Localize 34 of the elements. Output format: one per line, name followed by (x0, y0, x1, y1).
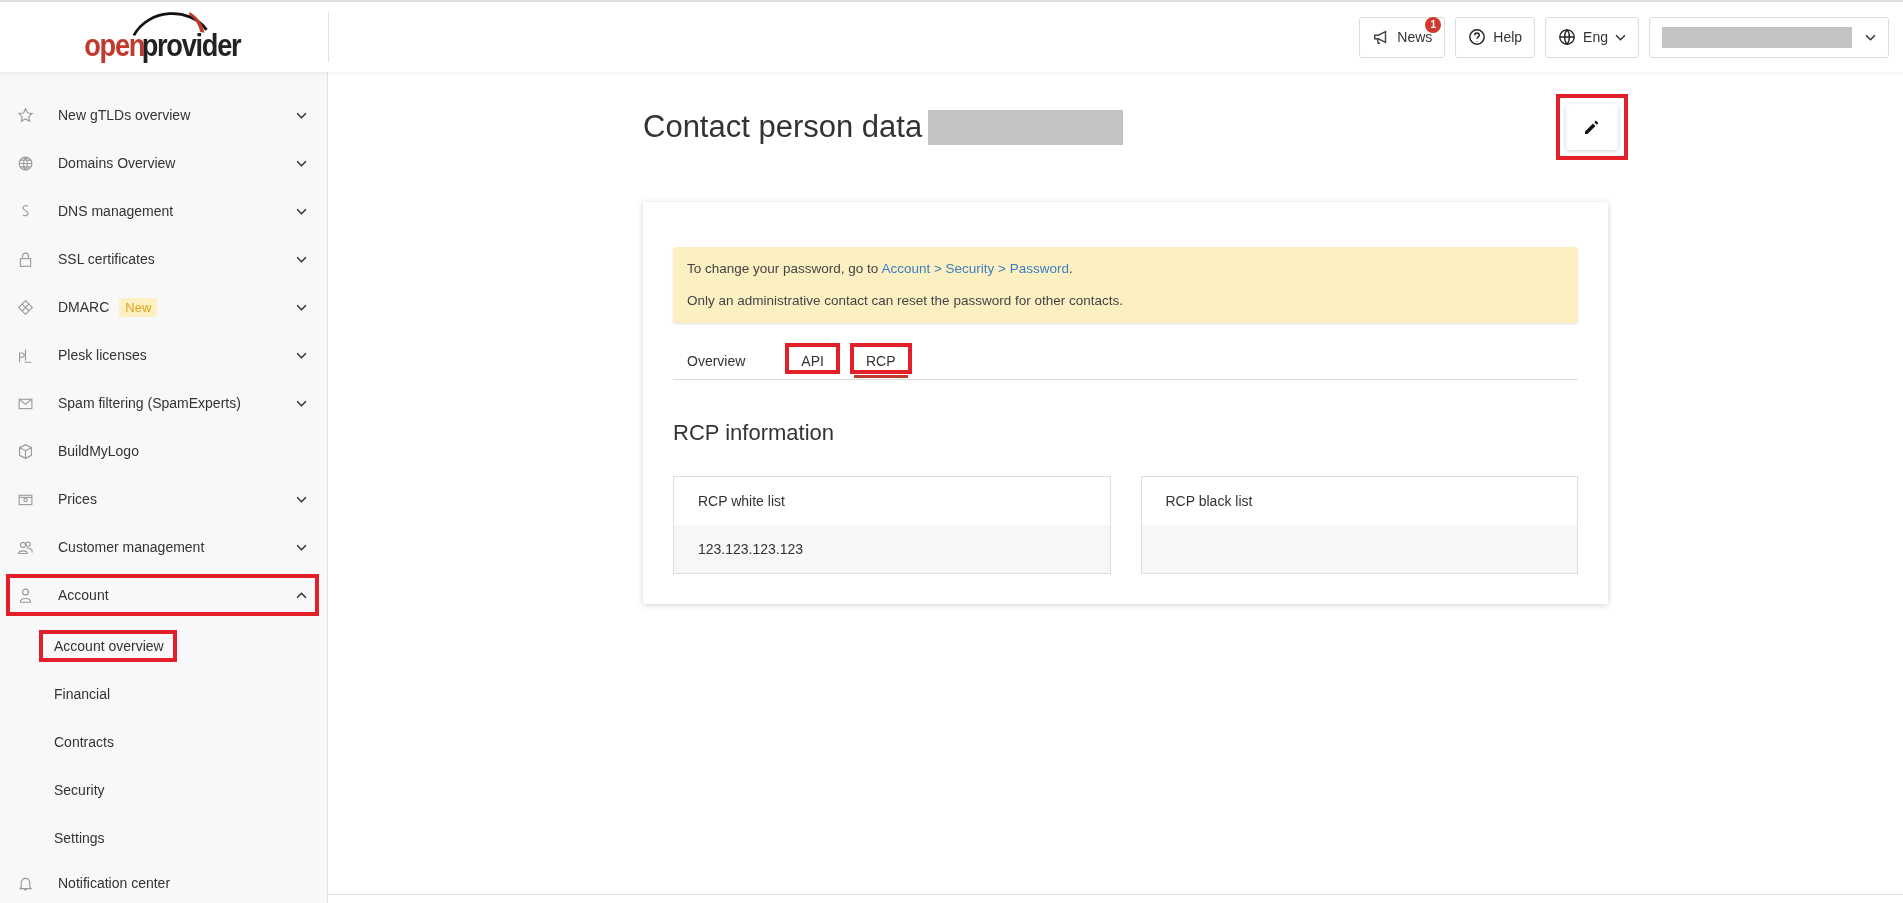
ip-address: 123.123.123.123 (698, 541, 804, 557)
help-button[interactable]: Help (1455, 16, 1536, 58)
section-title: RCP information (673, 420, 835, 446)
panel-title: RCP black list (1165, 493, 1253, 509)
sidebar-item[interactable]: New gTLDs overview (6, 94, 319, 136)
tab[interactable]: Overview (687, 347, 772, 378)
sidebar-subitem[interactable]: Contracts (39, 726, 127, 758)
sidebar-subitem[interactable]: Security (39, 774, 118, 806)
sidebar-item[interactable]: Spam filtering (SpamExperts) (6, 382, 319, 424)
logo[interactable]: openprovider (0, 6, 328, 68)
notice-text: Only an administrative contact can reset the password for other contacts. (687, 292, 1124, 310)
sidebar-item[interactable]: Customer management (6, 526, 319, 568)
sidebar-item[interactable]: Prices (6, 478, 319, 520)
page-title: Contact person data (643, 109, 923, 145)
panel-title: RCP white list (698, 493, 785, 509)
sidebar-item[interactable]: DNS management (6, 190, 319, 232)
sidebar-item[interactable]: Account (6, 574, 319, 616)
sidebar-item[interactable]: DMARC New (6, 286, 319, 328)
sidebar-item[interactable]: SSL certificates (6, 238, 319, 280)
new-badge: New (119, 297, 158, 317)
tab[interactable]: RCP (853, 347, 908, 378)
notification-badge: 1 (1425, 16, 1442, 33)
sidebar-subitem[interactable]: Settings (39, 822, 118, 854)
sidebar-subitem[interactable]: Financial (39, 678, 124, 710)
sidebar-item[interactable]: Domains Overview (6, 142, 319, 184)
sidebar-subitem[interactable]: Account overview (39, 630, 177, 662)
news-button[interactable]: News 1 (1359, 16, 1446, 58)
password-link[interactable]: Account > Security > Password (881, 261, 1069, 276)
sidebar-item[interactable]: Plesk licenses (6, 334, 319, 376)
sidebar-item[interactable]: Notification center (6, 862, 319, 903)
language-dropdown[interactable]: Eng (1545, 16, 1639, 58)
notice-text: To change your password, go to Account > Security > Password. (687, 260, 1074, 278)
tab[interactable]: API (789, 347, 836, 378)
sidebar-item[interactable]: BuildMyLogo (6, 430, 319, 472)
